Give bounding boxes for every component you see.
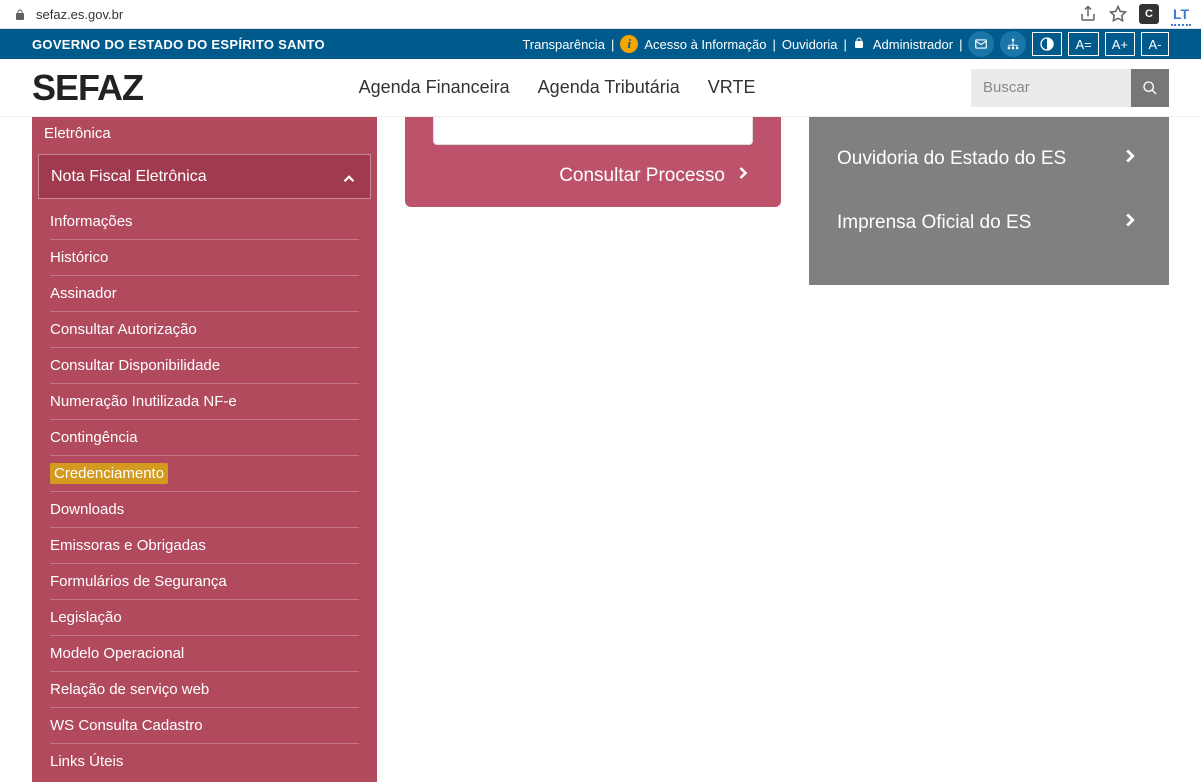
sidebar-item[interactable]: Links Úteis	[50, 744, 359, 779]
font-normal-button[interactable]: A=	[1068, 32, 1098, 56]
sidebar-item-label: Legislação	[50, 609, 122, 626]
sidebar-item[interactable]: Consultar Autorização	[50, 312, 359, 348]
chevron-right-icon	[733, 163, 753, 189]
sidebar-item-truncated[interactable]: Eletrônica	[32, 117, 377, 152]
separator: |	[772, 37, 775, 52]
chevron-right-icon	[1119, 145, 1141, 173]
sidebar-item-label: WS Consulta Cadastro	[50, 717, 203, 734]
sidebar-item[interactable]: Credenciamento	[50, 456, 359, 492]
sidebar-item[interactable]: Numeração Inutilizada NF-e	[50, 384, 359, 420]
nav-agenda-tributaria[interactable]: Agenda Tributária	[538, 77, 680, 98]
separator: |	[843, 37, 846, 52]
sidebar-item[interactable]: Histórico	[50, 240, 359, 276]
nav-vrte[interactable]: VRTE	[708, 77, 756, 98]
card-action-label: Consultar Processo	[559, 165, 725, 187]
url-text[interactable]: sefaz.es.gov.br	[36, 7, 123, 22]
site-header: SEFAZ Agenda Financeira Agenda Tributári…	[0, 59, 1201, 117]
star-icon[interactable]	[1109, 5, 1127, 23]
sidebar-section-label: Nota Fiscal Eletrônica	[51, 168, 207, 186]
sidebar-item[interactable]: WS Consulta Cadastro	[50, 708, 359, 744]
sidebar-item-label: Assinador	[50, 285, 117, 302]
chevron-right-icon	[1119, 209, 1141, 237]
mail-icon[interactable]	[968, 31, 994, 57]
contrast-button[interactable]	[1032, 32, 1062, 56]
separator: |	[959, 37, 962, 52]
font-decrease-button[interactable]: A-	[1141, 32, 1169, 56]
browser-address-bar: sefaz.es.gov.br C LT	[0, 0, 1201, 29]
sidebar: Eletrônica Nota Fiscal Eletrônica Inform…	[32, 117, 377, 782]
sidebar-section-nfe[interactable]: Nota Fiscal Eletrônica	[38, 154, 371, 199]
right-link-ouvidoria[interactable]: Ouvidoria do Estado do ES	[809, 127, 1169, 191]
sidebar-item[interactable]: Informações	[50, 204, 359, 240]
link-ouvidoria[interactable]: Ouvidoria	[782, 37, 838, 52]
sidebar-item[interactable]: Formulários de Segurança	[50, 564, 359, 600]
browser-actions: C LT	[1079, 4, 1191, 24]
font-increase-button[interactable]: A+	[1105, 32, 1135, 56]
consultar-processo-card: Consultar Processo	[405, 117, 781, 207]
sidebar-item[interactable]: Modelo Operacional	[50, 636, 359, 672]
share-icon[interactable]	[1079, 5, 1097, 23]
sidebar-item-label: Modelo Operacional	[50, 645, 184, 662]
chevron-up-icon	[340, 165, 358, 188]
sidebar-item[interactable]: Contingência	[50, 420, 359, 456]
sidebar-item[interactable]: Downloads	[50, 492, 359, 528]
sidebar-item-label: Relação de serviço web	[50, 681, 209, 698]
sidebar-item-label: Emissoras e Obrigadas	[50, 537, 206, 554]
sidebar-item[interactable]: Legislação	[50, 600, 359, 636]
right-column: Ouvidoria do Estado do ES Imprensa Ofici…	[809, 117, 1169, 285]
right-panel: Ouvidoria do Estado do ES Imprensa Ofici…	[809, 117, 1169, 285]
right-item-label: Ouvidoria do Estado do ES	[837, 148, 1066, 170]
main-content: Eletrônica Nota Fiscal Eletrônica Inform…	[0, 117, 1201, 782]
extension-icon-c[interactable]: C	[1139, 4, 1159, 24]
right-link-imprensa[interactable]: Imprensa Oficial do ES	[809, 191, 1169, 255]
sidebar-item-label: Contingência	[50, 429, 138, 446]
lock-icon	[14, 8, 26, 20]
sitemap-icon[interactable]	[1000, 31, 1026, 57]
extension-icon-lt[interactable]: LT	[1171, 4, 1191, 24]
sidebar-item[interactable]: Relação de serviço web	[50, 672, 359, 708]
admin-lock-icon	[853, 37, 865, 52]
link-acesso-informacao[interactable]: Acesso à Informação	[644, 37, 766, 52]
link-administrador[interactable]: Administrador	[873, 37, 953, 52]
info-icon: i	[620, 35, 638, 53]
right-item-label: Imprensa Oficial do ES	[837, 212, 1031, 234]
sidebar-item-label: Consultar Disponibilidade	[50, 357, 220, 374]
sidebar-item-label: Consultar Autorização	[50, 321, 197, 338]
government-top-bar: GOVERNO DO ESTADO DO ESPÍRITO SANTO Tran…	[0, 29, 1201, 59]
sidebar-item[interactable]: Consultar Disponibilidade	[50, 348, 359, 384]
sidebar-submenu: Informações Histórico Assinador Consultar A…	[32, 201, 377, 782]
logo[interactable]: SEFAZ	[32, 67, 143, 109]
separator: |	[611, 37, 614, 52]
main-nav: Agenda Financeira Agenda Tributária VRTE	[359, 77, 756, 98]
search-input[interactable]	[971, 69, 1131, 107]
card-input-field[interactable]	[433, 117, 753, 145]
sidebar-item-label: Informações	[50, 213, 133, 230]
center-column: Consultar Processo	[405, 117, 781, 207]
sidebar-item-label: Credenciamento	[50, 463, 168, 484]
search-button[interactable]	[1131, 69, 1169, 107]
nav-agenda-financeira[interactable]: Agenda Financeira	[359, 77, 510, 98]
sidebar-item-label: Numeração Inutilizada NF-e	[50, 393, 237, 410]
sidebar-item-label: Downloads	[50, 501, 124, 518]
consultar-processo-button[interactable]: Consultar Processo	[433, 163, 753, 189]
sidebar-item[interactable]: Emissoras e Obrigadas	[50, 528, 359, 564]
sidebar-item-label: Formulários de Segurança	[50, 573, 227, 590]
gov-links: Transparência | i Acesso à Informação | …	[522, 31, 1169, 57]
sidebar-item-label: Links Úteis	[50, 753, 123, 770]
gov-title: GOVERNO DO ESTADO DO ESPÍRITO SANTO	[32, 37, 325, 52]
search-box	[971, 69, 1169, 107]
sidebar-item[interactable]: Assinador	[50, 276, 359, 312]
sidebar-item-label: Histórico	[50, 249, 108, 266]
link-transparencia[interactable]: Transparência	[522, 37, 605, 52]
